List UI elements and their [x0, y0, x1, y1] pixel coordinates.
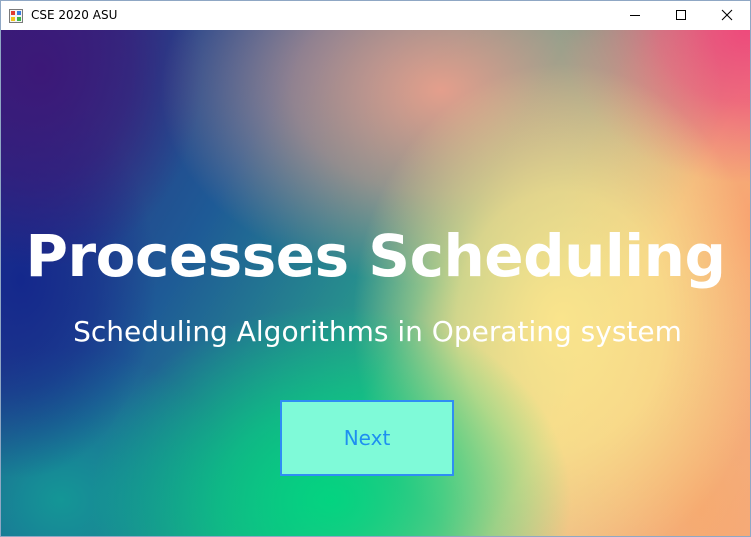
window-title: CSE 2020 ASU [31, 8, 118, 22]
minimize-button[interactable] [612, 1, 658, 30]
close-icon [721, 6, 733, 25]
close-button[interactable] [704, 1, 750, 30]
maximize-button[interactable] [658, 1, 704, 30]
maximize-icon [675, 6, 687, 25]
app-form-icon[interactable] [9, 8, 23, 23]
gradient-background-panel: Processes Scheduling Scheduling Algorith… [1, 30, 750, 536]
minimize-icon [629, 6, 641, 25]
app-window: CSE 2020 ASU Processes Scheduling Schedu… [0, 0, 751, 537]
page-subtitle: Scheduling Algorithms in Operating syste… [73, 315, 682, 348]
title-bar[interactable]: CSE 2020 ASU [1, 1, 750, 30]
page-title: Processes Scheduling [25, 222, 726, 290]
next-button[interactable]: Next [280, 400, 454, 476]
